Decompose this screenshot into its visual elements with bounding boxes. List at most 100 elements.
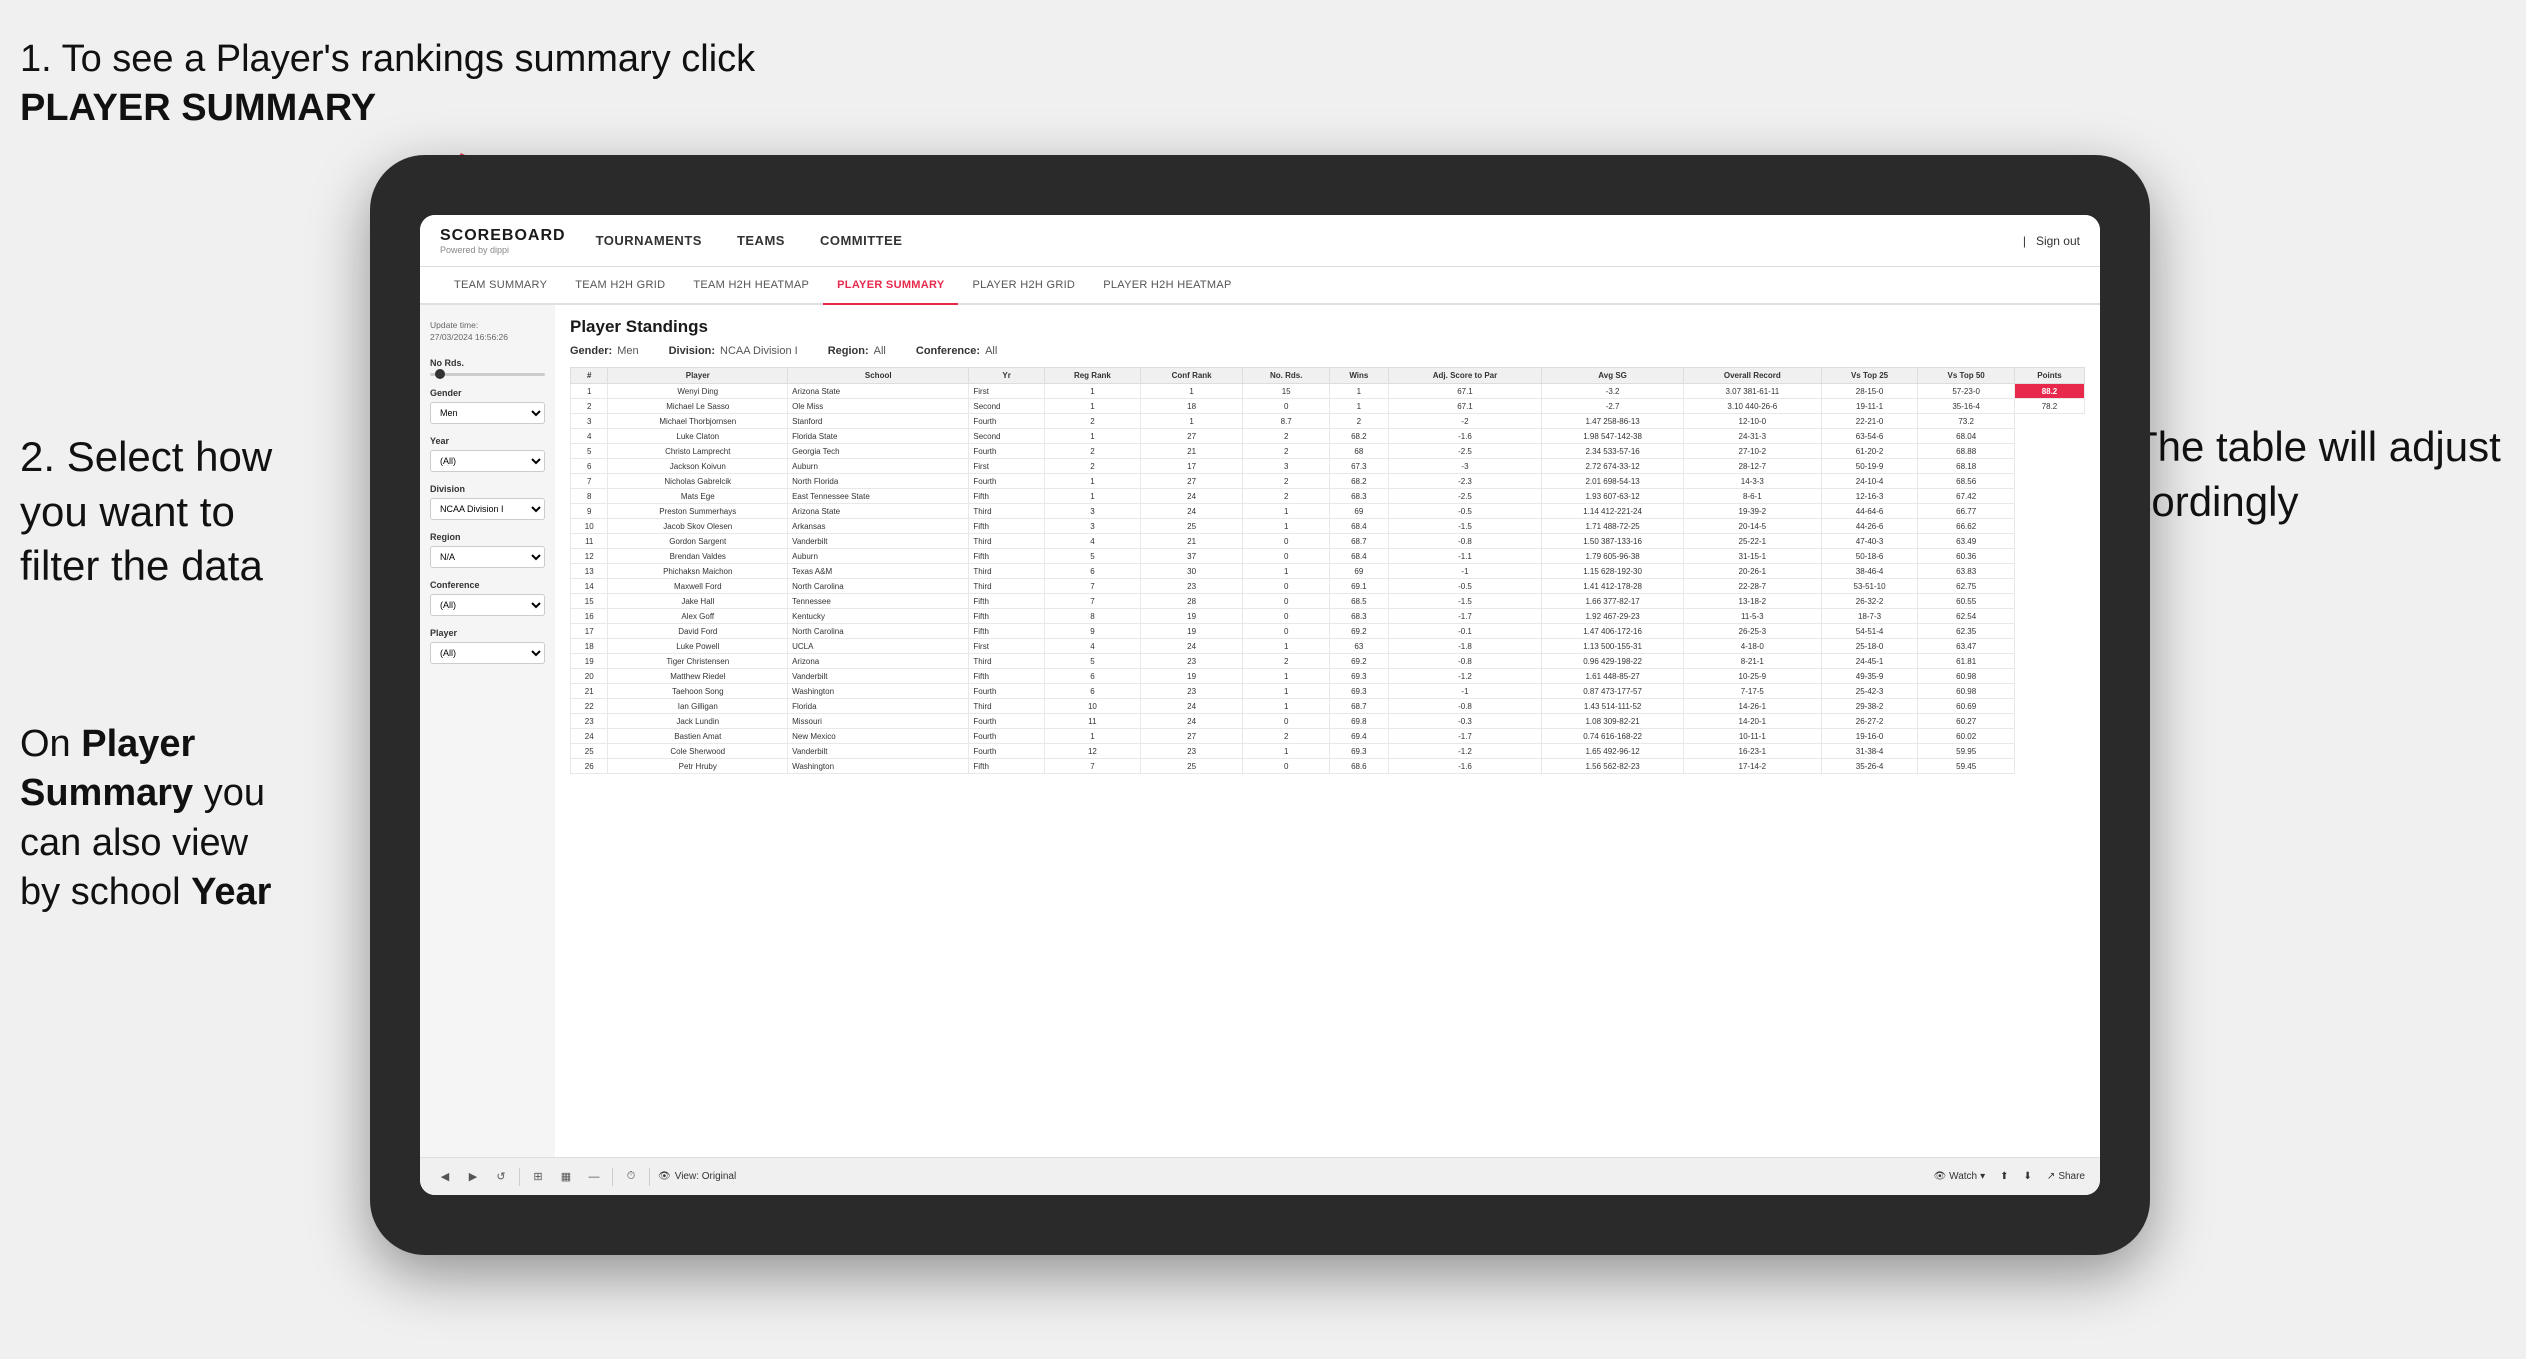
scoreboard-logo: SCOREBOARD Powered by dippi [440, 227, 566, 255]
table-row: 10Jacob Skov OlesenArkansasFifth325168.4… [571, 519, 2085, 534]
toolbar-reload-btn[interactable]: ↺ [491, 1167, 511, 1187]
table-cell: Vanderbilt [788, 534, 969, 549]
table-cell: Arkansas [788, 519, 969, 534]
table-cell: 69 [1330, 564, 1389, 579]
toolbar-time-btn[interactable]: ⏱ [621, 1167, 641, 1187]
sub-nav-team-h2h-heatmap[interactable]: TEAM H2H HEATMAP [679, 267, 823, 305]
table-cell: 1 [571, 384, 608, 399]
watch-btn[interactable]: 👁 Watch ▾ [1933, 1171, 1985, 1182]
table-cell: Jack Lundin [608, 714, 788, 729]
table-row: 23Jack LundinMissouriFourth1124069.8-0.3… [571, 714, 2085, 729]
player-select[interactable]: (All) [430, 642, 545, 664]
table-cell: 1 [1243, 669, 1330, 684]
table-cell: 17-14-2 [1683, 759, 1821, 774]
sidebar-section-region: Region N/A [430, 532, 545, 568]
table-cell: 19 [571, 654, 608, 669]
table-cell: 20-26-1 [1683, 564, 1821, 579]
table-cell: Luke Powell [608, 639, 788, 654]
table-cell: 1 [1243, 684, 1330, 699]
share-btn[interactable]: ↗ Share [2047, 1171, 2085, 1182]
table-cell: 47-40-3 [1821, 534, 1918, 549]
table-cell: 22-21-0 [1821, 414, 1918, 429]
nav-teams[interactable]: TEAMS [737, 228, 785, 253]
toolbar-grid2-btn[interactable]: ▦ [556, 1167, 576, 1187]
toolbar-forward-btn[interactable]: ▶ [463, 1167, 483, 1187]
table-cell: 3.07 381-61-11 [1683, 384, 1821, 399]
toolbar-back-btn[interactable]: ◀ [435, 1167, 455, 1187]
sub-nav-player-h2h-heatmap[interactable]: PLAYER H2H HEATMAP [1089, 267, 1245, 305]
table-cell: 60.36 [1918, 549, 2015, 564]
sub-nav-player-summary[interactable]: PLAYER SUMMARY [823, 267, 958, 305]
table-cell: 15 [1243, 384, 1330, 399]
nav-pipe: | [2023, 234, 2026, 248]
sub-nav-team-summary[interactable]: TEAM SUMMARY [440, 267, 561, 305]
toolbar-grid-btn[interactable]: ⊞ [528, 1167, 548, 1187]
table-cell: Fifth [969, 609, 1045, 624]
toolbar-icon2[interactable]: ⬇ [2024, 1171, 2032, 1182]
table-cell: 19-16-0 [1821, 729, 1918, 744]
table-cell: 8-21-1 [1683, 654, 1821, 669]
toolbar-dash-btn[interactable]: — [584, 1167, 604, 1187]
sub-nav-team-h2h-grid[interactable]: TEAM H2H GRID [561, 267, 679, 305]
table-cell: 35-26-4 [1821, 759, 1918, 774]
table-cell: 0 [1243, 624, 1330, 639]
sign-out[interactable]: Sign out [2036, 234, 2080, 248]
table-cell: 19 [1140, 624, 1242, 639]
year-select[interactable]: (All) [430, 450, 545, 472]
table-cell: 68.56 [1918, 474, 2015, 489]
table-cell: 63 [1330, 639, 1389, 654]
table-cell: 3.10 440-26-6 [1683, 399, 1821, 414]
table-cell: Second [969, 429, 1045, 444]
table-cell: 68.18 [1918, 459, 2015, 474]
table-cell: 60.02 [1918, 729, 2015, 744]
nav-committee[interactable]: COMMITTEE [820, 228, 903, 253]
table-cell: 0 [1243, 579, 1330, 594]
table-cell: 14-3-3 [1683, 474, 1821, 489]
table-cell: 57-23-0 [1918, 384, 2015, 399]
region-select[interactable]: N/A [430, 546, 545, 568]
table-cell: 68.6 [1330, 759, 1389, 774]
sidebar-section-player: Player (All) [430, 628, 545, 664]
table-row: 5Christo LamprechtGeorgia TechFourth2212… [571, 444, 2085, 459]
table-cell: 24-10-4 [1821, 474, 1918, 489]
table-cell: 69.1 [1330, 579, 1389, 594]
toolbar-view: 👁 View: Original [658, 1171, 736, 1182]
table-cell: East Tennessee State [788, 489, 969, 504]
table-cell: 1 [1044, 399, 1140, 414]
col-player: Player [608, 368, 788, 384]
table-cell: 10 [571, 519, 608, 534]
table-cell: -3.2 [1542, 384, 1684, 399]
table-cell: Bastien Amat [608, 729, 788, 744]
table-cell: 8 [1044, 609, 1140, 624]
nav-tournaments[interactable]: TOURNAMENTS [596, 228, 702, 253]
sub-nav-player-h2h-grid[interactable]: PLAYER H2H GRID [958, 267, 1089, 305]
table-cell: Fourth [969, 684, 1045, 699]
table-cell: 63-54-6 [1821, 429, 1918, 444]
conference-select[interactable]: (All) [430, 594, 545, 616]
table-cell: Second [969, 399, 1045, 414]
no-rds-slider[interactable] [430, 373, 545, 376]
table-cell: 66.77 [1918, 504, 2015, 519]
col-conf-rank: Conf Rank [1140, 368, 1242, 384]
table-cell: 8.7 [1243, 414, 1330, 429]
table-cell: 7 [571, 474, 608, 489]
gender-select[interactable]: Men [430, 402, 545, 424]
table-cell: 1 [1243, 744, 1330, 759]
table-body: 1Wenyi DingArizona StateFirst1115167.1-3… [571, 384, 2085, 774]
table-cell: 2 [571, 399, 608, 414]
table-cell: 9 [1044, 624, 1140, 639]
table-cell: 60.98 [1918, 669, 2015, 684]
table-row: 13Phichaksn MaichonTexas A&MThird630169-… [571, 564, 2085, 579]
table-cell: 0 [1243, 534, 1330, 549]
table-cell: 19 [1140, 669, 1242, 684]
table-cell: 10-11-1 [1683, 729, 1821, 744]
table-cell: Kentucky [788, 609, 969, 624]
toolbar-icon1[interactable]: ⬆ [2000, 1171, 2008, 1182]
division-select[interactable]: NCAA Division I [430, 498, 545, 520]
table-row: 22Ian GilliganFloridaThird1024168.7-0.81… [571, 699, 2085, 714]
table-title: Player Standings [570, 317, 2085, 337]
table-cell: -1.6 [1388, 759, 1542, 774]
chevron-down-icon: ▾ [1980, 1171, 1985, 1182]
table-cell: 25 [1140, 759, 1242, 774]
table-cell: -2.7 [1542, 399, 1684, 414]
